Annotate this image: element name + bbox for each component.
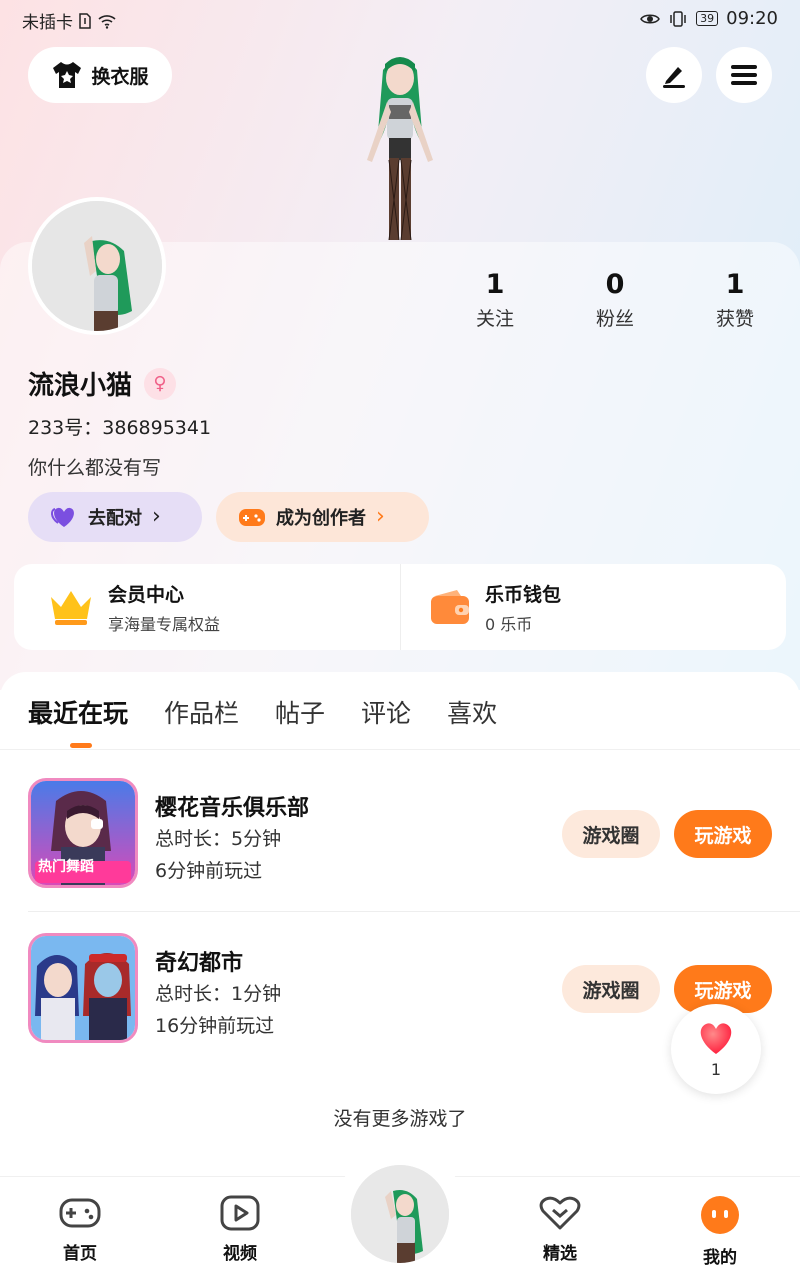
vibrate-icon — [670, 10, 686, 27]
nav-featured-label: 精选 — [543, 1244, 577, 1264]
tab-works[interactable]: 作品栏 — [164, 694, 239, 730]
eye-comfort-icon — [640, 14, 661, 23]
nav-avatar-image — [351, 1165, 449, 1263]
heart-icon — [700, 1023, 732, 1054]
stat-following[interactable]: 1 关注 — [435, 268, 555, 331]
stat-likes-count: 1 — [725, 269, 745, 300]
chevron-right-icon: › — [376, 504, 385, 529]
hamburger-menu-icon — [731, 65, 757, 85]
profile-tabs: 最近在玩 作品栏 帖子 评论 喜欢 — [28, 694, 497, 730]
pen-icon — [663, 67, 685, 88]
stat-likes-label: 获赞 — [715, 308, 754, 330]
female-gender-icon: ♀ — [144, 367, 177, 400]
nav-mine-label: 我的 — [703, 1248, 737, 1268]
change-outfit-label: 换衣服 — [91, 65, 149, 88]
game-name: 奇幻都市 — [155, 951, 244, 976]
edit-profile-button[interactable] — [646, 47, 702, 103]
carrier-text: 未插卡 — [22, 13, 73, 33]
profile-stats: 1 关注 0 粉丝 1 获赞 — [435, 268, 795, 331]
active-tab-indicator — [70, 743, 92, 748]
become-creator-label: 成为创作者 — [276, 508, 366, 529]
sim-icon — [79, 12, 91, 29]
user-bio: 你什么都没有写 — [28, 457, 162, 479]
battery-indicator: 39 — [696, 11, 719, 26]
match-label: 去配对 — [88, 508, 142, 529]
match-button[interactable]: 去配对 › — [28, 492, 202, 542]
game-last-played: 16分钟前玩过 — [155, 1015, 275, 1037]
stat-following-label: 关注 — [475, 308, 514, 330]
crown-icon — [51, 591, 91, 625]
menu-button[interactable] — [716, 47, 772, 103]
stat-likes[interactable]: 1 获赞 — [675, 268, 795, 331]
nav-video-label: 视频 — [223, 1244, 257, 1264]
stat-fans-count: 0 — [605, 269, 625, 300]
like-floating-button[interactable]: 1 — [671, 1004, 761, 1094]
game-row-sakura[interactable]: 热门舞蹈 樱花音乐俱乐部 总时长：5分钟 6分钟前玩过 游戏圈 玩游戏 — [28, 778, 800, 890]
profile-face-icon — [701, 1196, 739, 1234]
tab-recently-played[interactable]: 最近在玩 — [28, 694, 128, 730]
play-game-button[interactable]: 玩游戏 — [674, 810, 772, 858]
game-art-fantasy-city — [31, 936, 135, 1040]
nav-home[interactable]: 首页 — [20, 1195, 140, 1264]
wallet-title: 乐币钱包 — [485, 583, 562, 606]
video-play-icon — [220, 1195, 260, 1231]
change-outfit-button[interactable]: 换衣服 — [28, 47, 172, 103]
member-center-title: 会员中心 — [108, 583, 185, 606]
gamepad-icon — [239, 509, 265, 526]
user-id: 233号：386895341 — [28, 417, 212, 439]
nav-mine[interactable]: 我的 — [660, 1195, 780, 1268]
game-circle-button[interactable]: 游戏圈 — [562, 965, 660, 1013]
game-icon-caption: 热门舞蹈 — [38, 859, 94, 875]
nav-featured[interactable]: 精选 — [500, 1195, 620, 1264]
game-name: 樱花音乐俱乐部 — [155, 796, 310, 821]
wallet-icon — [431, 590, 469, 624]
chevron-right-icon: › — [152, 504, 161, 529]
like-count: 1 — [710, 1060, 722, 1079]
avatar-image — [32, 201, 162, 331]
tab-comments[interactable]: 评论 — [361, 694, 411, 730]
wifi-icon — [98, 14, 116, 29]
game-icon-fantasy-city[interactable] — [28, 933, 138, 1043]
username: 流浪小猫 — [28, 371, 133, 401]
tab-divider — [0, 749, 800, 750]
nav-center-avatar[interactable] — [351, 1165, 449, 1263]
no-more-games-text: 没有更多游戏了 — [333, 1108, 467, 1130]
clock: 09:20 — [726, 8, 778, 29]
member-center-subtitle: 享海量专属权益 — [108, 614, 221, 634]
nav-home-label: 首页 — [63, 1244, 97, 1264]
status-bar: 未插卡 39 09:20 — [0, 0, 800, 36]
tshirt-icon — [53, 62, 82, 88]
become-creator-button[interactable]: 成为创作者 › — [216, 492, 429, 542]
nav-video[interactable]: 视频 — [180, 1195, 300, 1264]
game-circle-button[interactable]: 游戏圈 — [562, 810, 660, 858]
tab-likes[interactable]: 喜欢 — [447, 694, 497, 730]
wallet-balance: 0 乐币 — [485, 614, 533, 634]
row-divider — [28, 911, 800, 912]
heart-chevron-icon — [539, 1196, 581, 1230]
member-wallet-row: 会员中心 享海量专属权益 乐币钱包 0 乐币 — [14, 564, 786, 650]
tab-posts[interactable]: 帖子 — [275, 694, 325, 730]
double-heart-icon — [51, 507, 74, 527]
stat-fans-label: 粉丝 — [595, 308, 634, 330]
game-last-played: 6分钟前玩过 — [155, 860, 263, 882]
username-row: 流浪小猫 ♀ — [28, 365, 177, 402]
game-duration: 总时长：5分钟 — [155, 828, 282, 850]
avatar-3d-figure[interactable] — [345, 50, 455, 245]
member-center[interactable]: 会员中心 享海量专属权益 — [14, 564, 400, 650]
stat-fans[interactable]: 0 粉丝 — [555, 268, 675, 331]
game-duration: 总时长：1分钟 — [155, 983, 282, 1005]
stat-following-count: 1 — [485, 269, 505, 300]
avatar[interactable] — [28, 197, 166, 335]
coin-wallet[interactable]: 乐币钱包 0 乐币 — [400, 564, 786, 650]
gamepad-icon — [59, 1198, 101, 1228]
